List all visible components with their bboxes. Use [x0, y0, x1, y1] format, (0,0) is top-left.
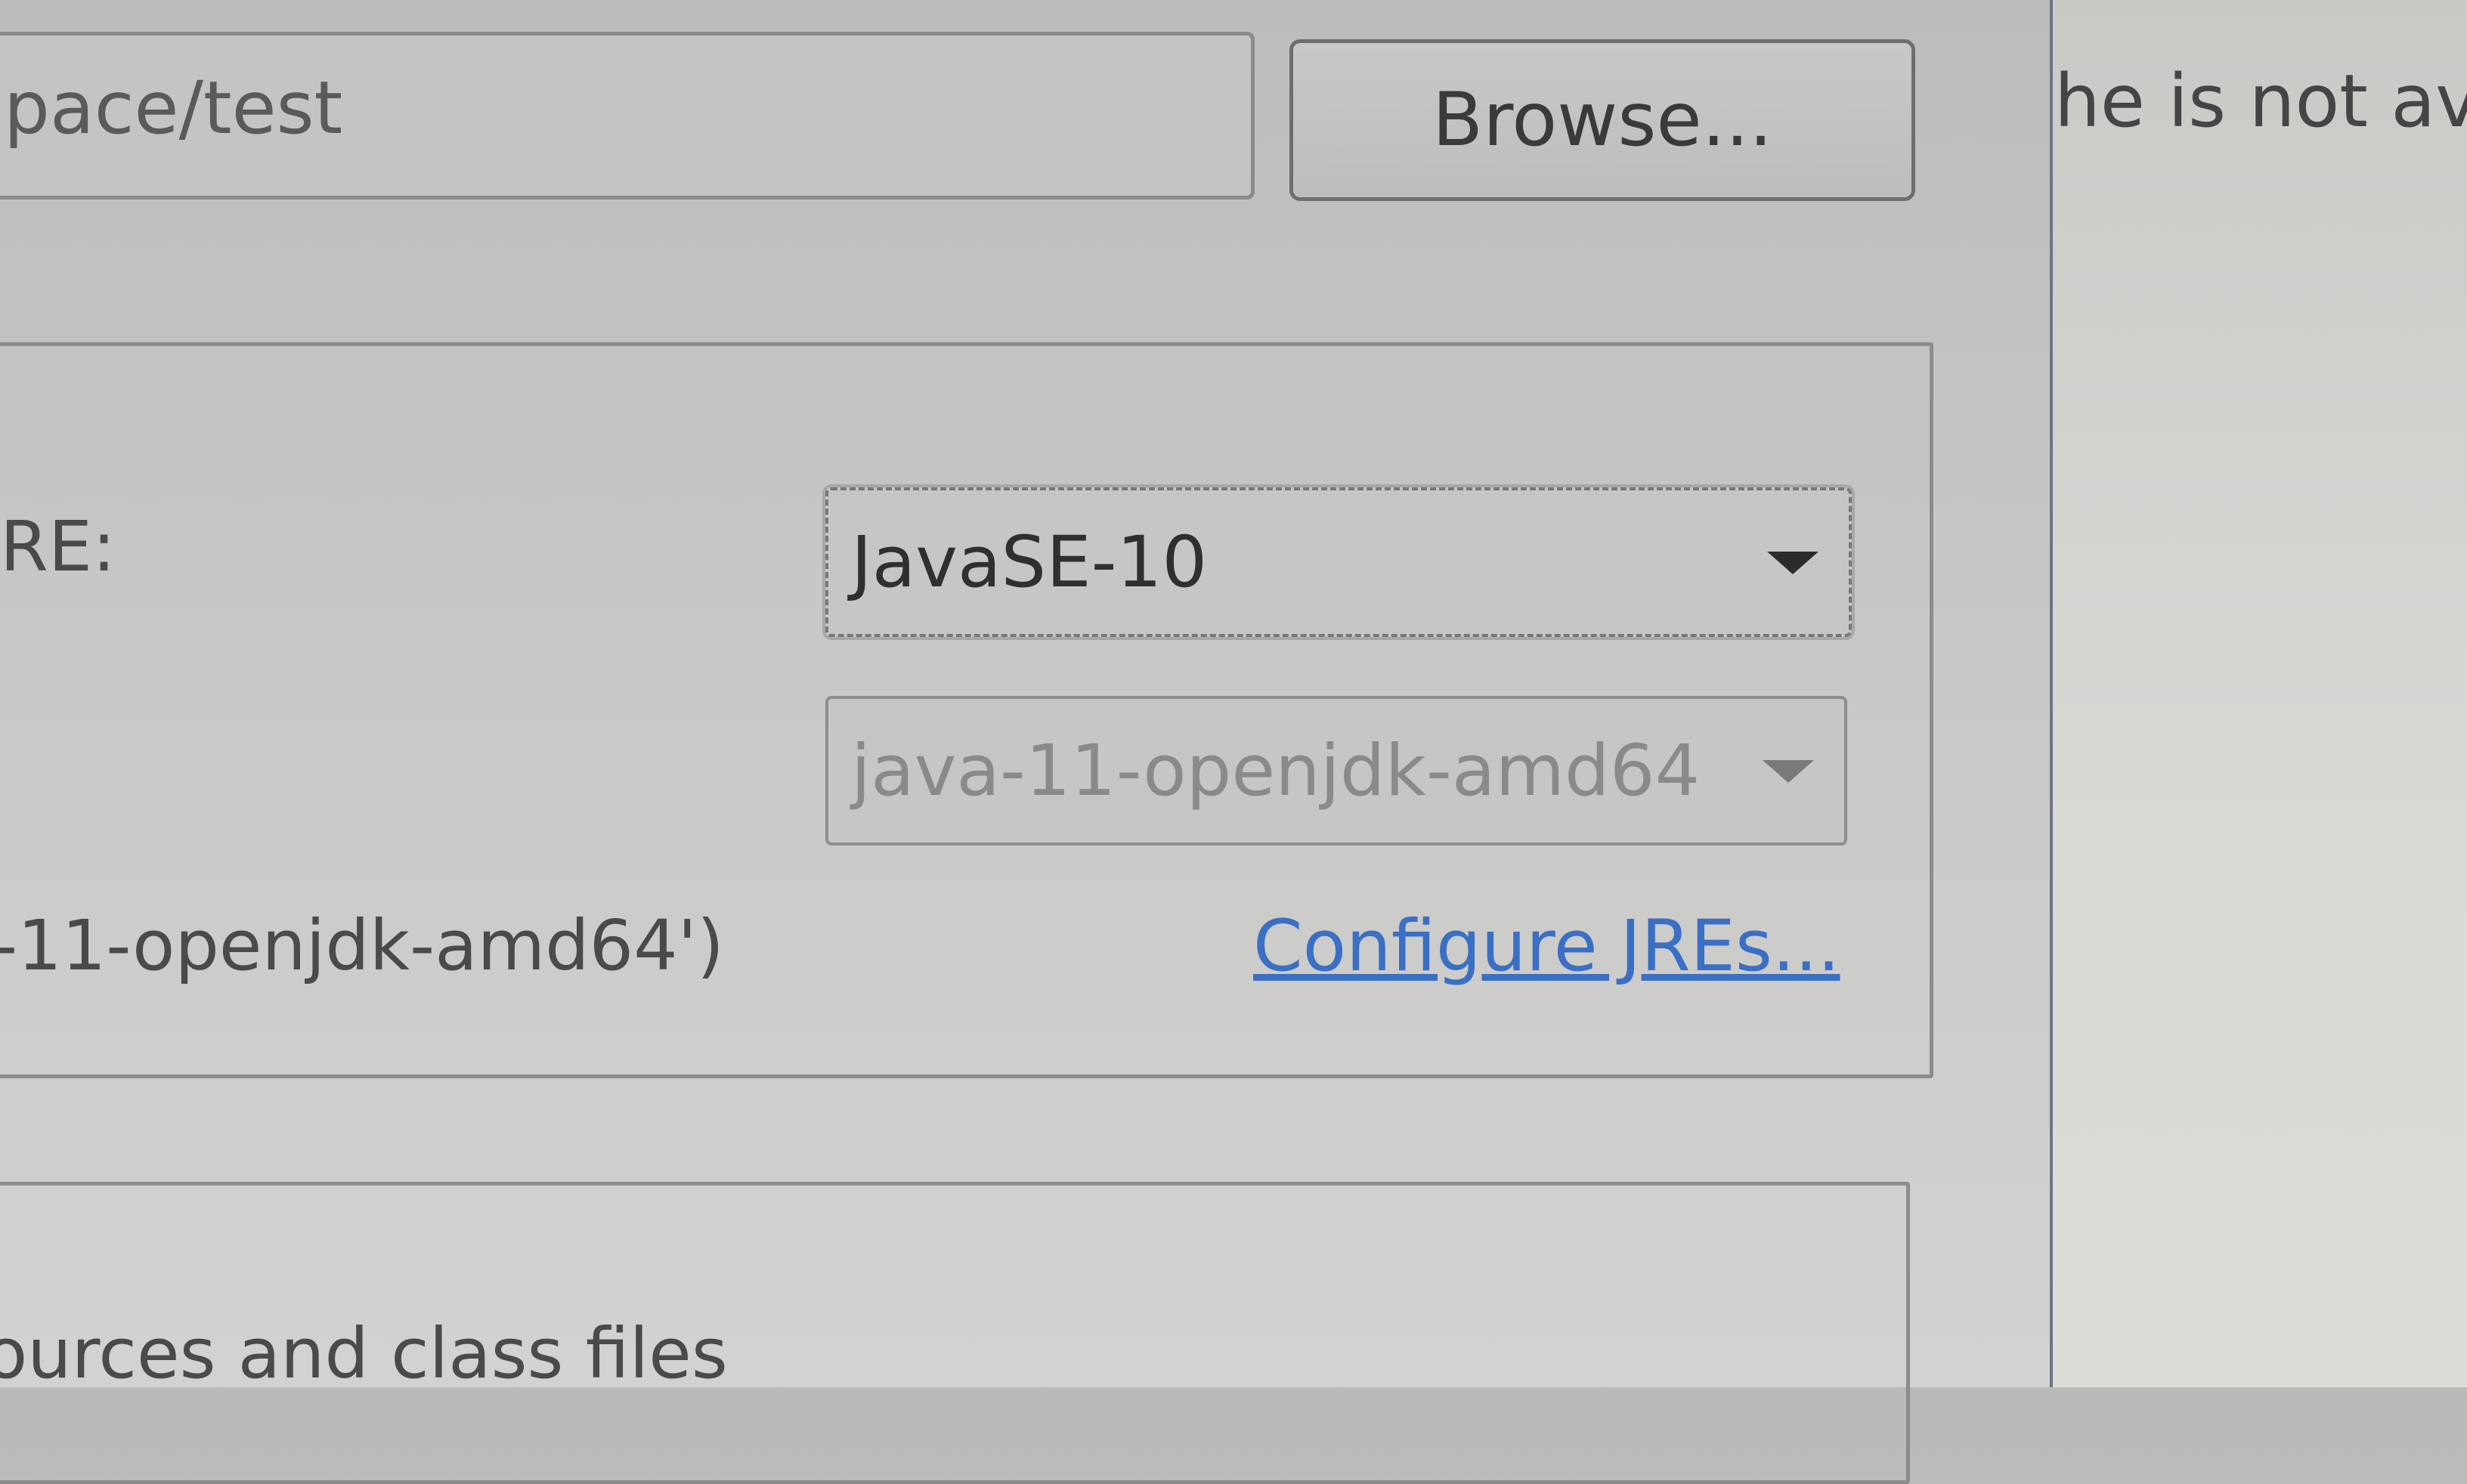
default-jre-text: -11-openjdk-amd64')	[0, 905, 724, 986]
location-input[interactable]: pace/test	[0, 32, 1255, 199]
execution-environment-combo[interactable]: JavaSE-10	[825, 487, 1852, 637]
project-jre-value: java-11-openjdk-amd64	[851, 729, 1701, 812]
browse-button[interactable]: Browse...	[1289, 39, 1915, 201]
execution-environment-value: JavaSE-10	[851, 521, 1208, 604]
chevron-down-icon	[1763, 760, 1814, 783]
location-input-value: pace/test	[4, 66, 343, 150]
project-jre-combo[interactable]: java-11-openjdk-amd64	[825, 696, 1847, 846]
chevron-down-icon	[1767, 552, 1819, 574]
jre-label: RE:	[0, 506, 116, 587]
separate-folders-option-text: ources and class files	[0, 1313, 728, 1394]
background-window	[2053, 0, 2467, 1387]
configure-jres-link[interactable]: Configure JREs...	[1253, 905, 1840, 988]
background-window-text: he is not av	[2054, 59, 2467, 144]
